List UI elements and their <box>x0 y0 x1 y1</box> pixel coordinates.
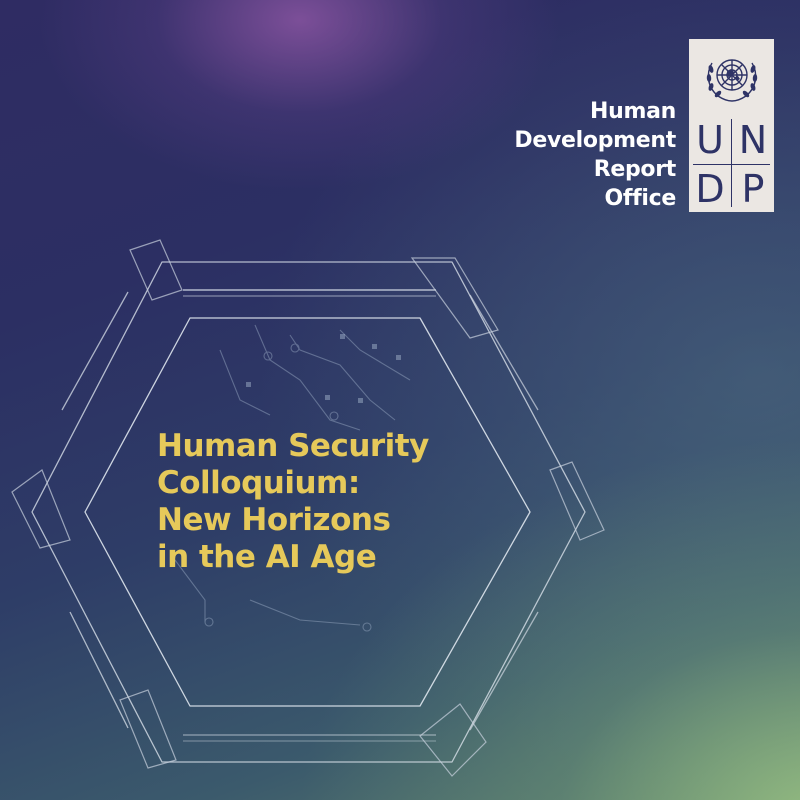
un-emblem-icon <box>706 59 758 102</box>
undp-logo: U N D P <box>689 39 774 212</box>
logo-letter: P <box>741 167 765 211</box>
logo-letter: U <box>696 118 724 162</box>
office-name: Human Development Report Office <box>446 97 676 213</box>
event-title: Human Security Colloquium: New Horizons … <box>157 428 537 576</box>
logo-letter: D <box>695 167 725 211</box>
event-title-line: New Horizons <box>157 502 391 538</box>
poster: Human Development Report Office U N D P … <box>0 0 800 800</box>
logo-divider <box>693 164 770 165</box>
event-title-line: Colloquium: <box>157 465 360 501</box>
office-name-line: Human <box>589 99 676 124</box>
hexagon-frame-graphic <box>11 239 605 777</box>
logo-letter: N <box>738 118 768 162</box>
logo-divider <box>731 119 732 207</box>
office-name-line: Development <box>514 128 676 153</box>
office-name-line: Report <box>593 157 677 182</box>
event-title-line: Human Security <box>157 428 429 464</box>
office-name-line: Office <box>604 186 676 211</box>
event-title-line: in the AI Age <box>157 539 377 575</box>
